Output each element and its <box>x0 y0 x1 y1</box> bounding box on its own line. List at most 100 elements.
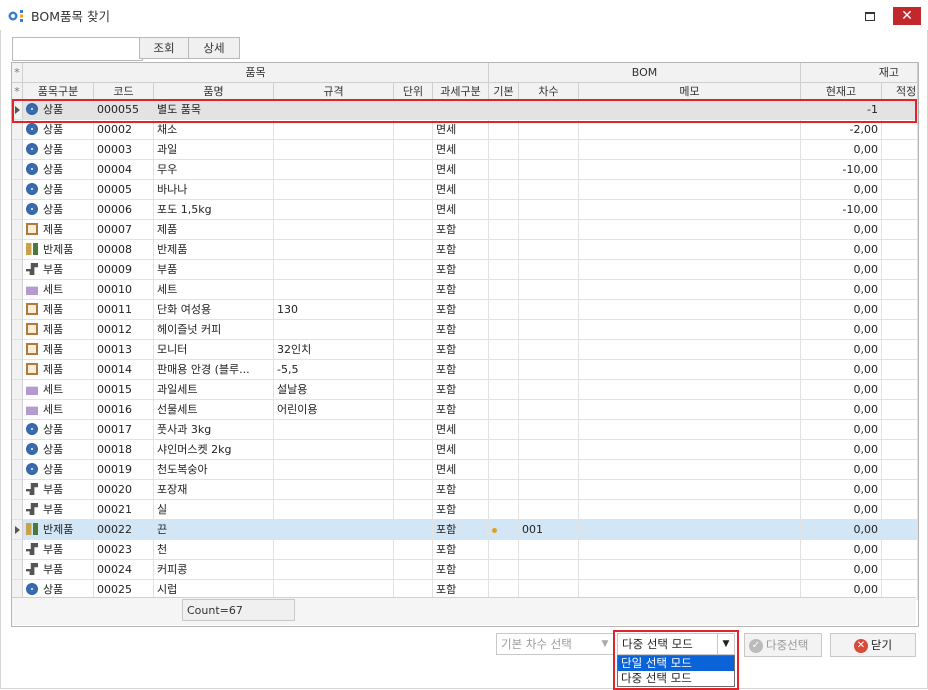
table-row[interactable]: 제품 00013 모니터 32인치 포함 0,00 <box>12 340 918 360</box>
cell-code: 00010 <box>94 280 154 300</box>
row-indicator[interactable] <box>12 200 23 220</box>
row-indicator[interactable] <box>12 180 23 200</box>
table-row[interactable]: 상품 000055 별도 품목 -1 <box>12 100 918 120</box>
table-row[interactable]: 상품 00017 풋사과 3kg 면세 0,00 <box>12 420 918 440</box>
cell-ver <box>519 480 579 500</box>
circle-icon <box>26 463 38 475</box>
cell-memo <box>579 280 801 300</box>
table-row[interactable]: 세트 00016 선물세트 어린이용 포함 0,00 <box>12 400 918 420</box>
table-row[interactable]: 상품 00004 무우 면세 -10,00 <box>12 160 918 180</box>
cell-memo <box>579 400 801 420</box>
row-indicator[interactable] <box>12 440 23 460</box>
row-indicator[interactable] <box>12 340 23 360</box>
table-row[interactable]: 상품 00005 바나나 면세 0,00 <box>12 180 918 200</box>
row-indicator[interactable] <box>12 280 23 300</box>
row-indicator[interactable] <box>12 240 23 260</box>
row-indicator[interactable] <box>12 380 23 400</box>
row-indicator[interactable] <box>12 260 23 280</box>
mode-dropdown-list[interactable]: 단일 선택 모드 다중 선택 모드 <box>617 655 735 687</box>
cell-spec <box>274 120 394 140</box>
cell-optimal <box>882 340 918 360</box>
cell-type-label: 상품 <box>43 583 64 596</box>
detail-button[interactable]: 상세 <box>188 37 240 59</box>
close-button[interactable]: ✕ 닫기 <box>830 633 916 657</box>
row-indicator[interactable] <box>12 400 23 420</box>
row-indicator[interactable] <box>12 540 23 560</box>
close-window-button[interactable]: ✕ <box>893 7 921 25</box>
mode-option-single[interactable]: 단일 선택 모드 <box>618 656 734 671</box>
table-row[interactable]: 부품 00009 부품 포함 0,00 <box>12 260 918 280</box>
chevron-down-icon[interactable]: ▼ <box>717 634 734 654</box>
chevron-down-icon[interactable]: ▼ <box>597 634 613 654</box>
table-row[interactable]: 반제품 00022 끈 포함 001 0,00 <box>12 520 918 540</box>
table-row[interactable]: 반제품 00008 반제품 포함 0,00 <box>12 240 918 260</box>
cell-stock: -2,00 <box>801 120 882 140</box>
cell-memo <box>579 300 801 320</box>
row-indicator[interactable] <box>12 320 23 340</box>
table-row[interactable]: 부품 00024 커피콩 포함 0,00 <box>12 560 918 580</box>
header-col-code[interactable]: 코드 <box>94 83 154 100</box>
table-row[interactable]: 제품 00007 제품 포함 0,00 <box>12 220 918 240</box>
header-col-basic[interactable]: 기본 <box>489 83 519 100</box>
cell-name: 판매용 안경 (블루... <box>154 360 274 380</box>
query-button[interactable]: 조회 <box>139 37 189 59</box>
table-row[interactable]: 상품 00006 포도 1,5kg 면세 -10,00 <box>12 200 918 220</box>
cell-spec <box>274 540 394 560</box>
cell-ver <box>519 140 579 160</box>
cell-stock: 0,00 <box>801 180 882 200</box>
row-indicator[interactable] <box>12 120 23 140</box>
table-row[interactable]: 상품 00003 과일 면세 0,00 <box>12 140 918 160</box>
table-row[interactable]: 상품 00002 채소 면세 -2,00 <box>12 120 918 140</box>
version-select[interactable]: 기본 차수 선택 ▼ <box>496 633 614 655</box>
table-row[interactable]: 세트 00015 과일세트 설날용 포함 0,00 <box>12 380 918 400</box>
row-indicator[interactable] <box>12 460 23 480</box>
cell-stock: 0,00 <box>801 400 882 420</box>
header-col-unit[interactable]: 단위 <box>394 83 433 100</box>
header-col-name[interactable]: 품명 <box>154 83 274 100</box>
row-indicator[interactable] <box>12 480 23 500</box>
cell-name: 세트 <box>154 280 274 300</box>
header-col-optimal[interactable]: 적정 <box>882 83 918 100</box>
cell-type-label: 상품 <box>43 143 64 156</box>
cell-unit <box>394 540 433 560</box>
table-row[interactable]: 제품 00012 헤이즐넛 커피 포함 0,00 <box>12 320 918 340</box>
row-indicator[interactable] <box>12 140 23 160</box>
row-indicator[interactable] <box>12 560 23 580</box>
multi-select-label: 다중선택 <box>766 638 809 652</box>
window-title: BOM품목 찾기 <box>31 9 110 24</box>
cell-optimal <box>882 480 918 500</box>
cell-stock: 0,00 <box>801 500 882 520</box>
row-indicator[interactable] <box>12 300 23 320</box>
header-col-spec[interactable]: 규격 <box>274 83 394 100</box>
cell-basic <box>489 520 519 540</box>
table-row[interactable]: 세트 00010 세트 포함 0,00 <box>12 280 918 300</box>
table-row[interactable]: 상품 00019 천도복숭아 면세 0,00 <box>12 460 918 480</box>
row-indicator[interactable] <box>12 500 23 520</box>
cell-basic <box>489 400 519 420</box>
table-row[interactable]: 제품 00011 단화 여성용 130 포함 0,00 <box>12 300 918 320</box>
row-indicator[interactable] <box>12 100 23 120</box>
table-row[interactable]: 부품 00021 실 포함 0,00 <box>12 500 918 520</box>
table-row[interactable]: 제품 00014 판매용 안경 (블루... -5,5 포함 0,00 <box>12 360 918 380</box>
minimize-button[interactable] <box>860 8 878 24</box>
row-indicator[interactable] <box>12 360 23 380</box>
header-col-stock[interactable]: 현재고 <box>801 83 882 100</box>
table-row[interactable]: 부품 00020 포장재 포함 0,00 <box>12 480 918 500</box>
multi-select-button[interactable]: ✓ 다중선택 <box>744 633 822 657</box>
search-input[interactable] <box>12 37 143 61</box>
header-col-memo[interactable]: 메모 <box>579 83 801 100</box>
row-indicator[interactable] <box>12 520 23 540</box>
item-grid[interactable]: * 품목 BOM 재고 * 품목구분 코드 품명 규격 단위 과세구분 기본 차… <box>11 62 919 627</box>
mode-option-multi[interactable]: 다중 선택 모드 <box>618 671 734 686</box>
row-indicator[interactable] <box>12 420 23 440</box>
header-col-tax[interactable]: 과세구분 <box>433 83 489 100</box>
row-indicator[interactable] <box>12 220 23 240</box>
cell-spec <box>274 440 394 460</box>
table-row[interactable]: 부품 00023 천 포함 0,00 <box>12 540 918 560</box>
header-col-type[interactable]: 품목구분 <box>23 83 94 100</box>
mode-select[interactable]: 다중 선택 모드 ▼ <box>617 633 735 655</box>
header-col-version[interactable]: 차수 <box>519 83 579 100</box>
table-row[interactable]: 상품 00018 샤인머스켓 2kg 면세 0,00 <box>12 440 918 460</box>
row-indicator[interactable] <box>12 160 23 180</box>
cell-type: 부품 <box>23 260 94 280</box>
